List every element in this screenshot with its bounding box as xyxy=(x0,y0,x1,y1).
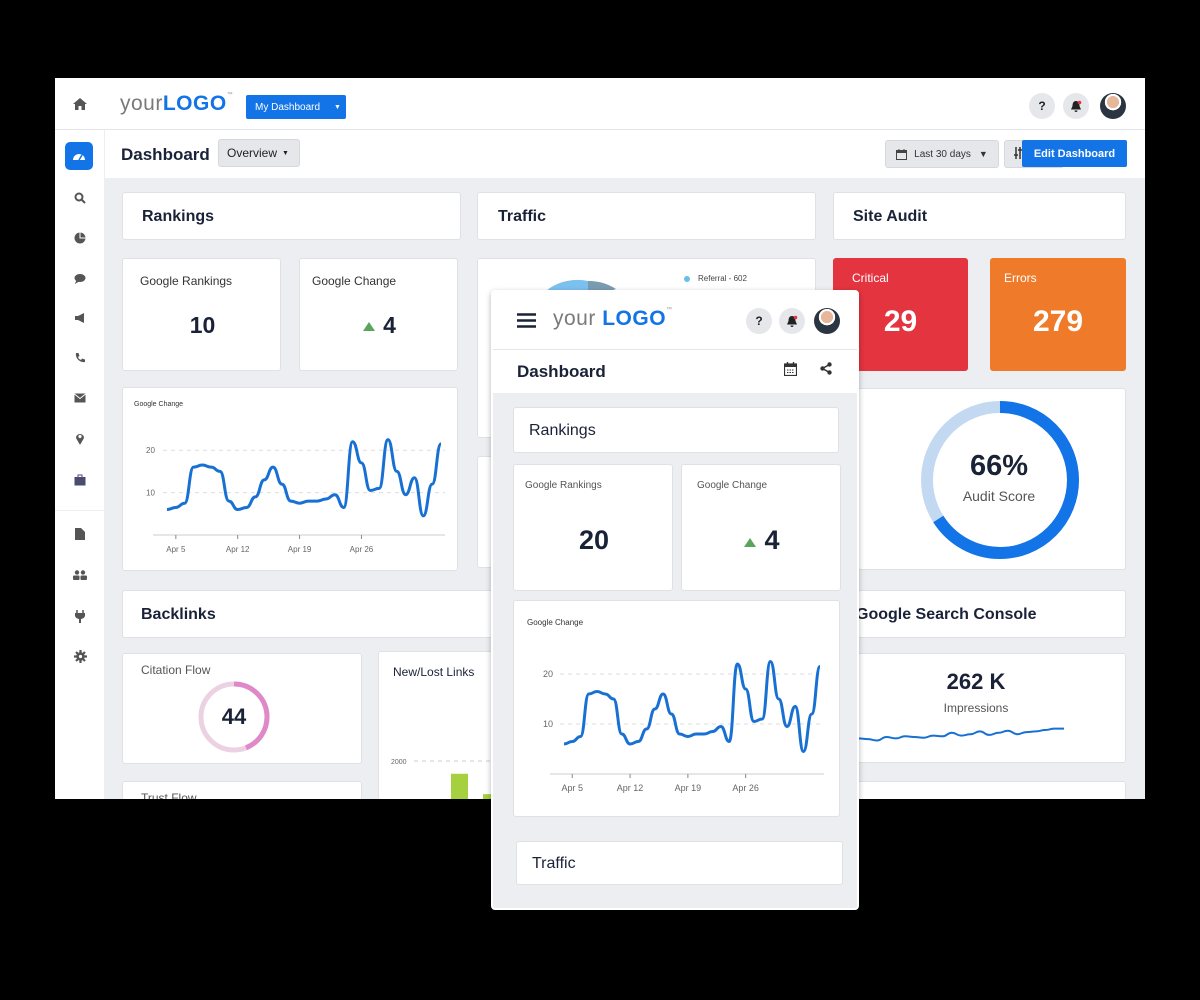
site-audit-section-header: Site Audit xyxy=(833,192,1126,240)
help-icon[interactable]: ? xyxy=(1029,93,1055,119)
share-icon[interactable] xyxy=(820,362,832,380)
location-icon[interactable] xyxy=(69,427,91,449)
google-change-chart-card: Google Change 10 20 Apr 5 Apr 12 Apr 19 Apr 2… xyxy=(122,387,458,571)
mobile-top-bar: your LOGO™ ? xyxy=(493,292,857,350)
edit-dashboard-button[interactable]: Edit Dashboard xyxy=(1022,140,1127,167)
legend-dot xyxy=(684,276,690,282)
sparkline xyxy=(848,727,1064,742)
impressions-card: 262 K Impressions xyxy=(830,653,1126,763)
sidebar-divider xyxy=(55,510,105,511)
x-tick-label: Apr 5 xyxy=(166,545,186,554)
mobile-user-avatar[interactable] xyxy=(814,308,840,334)
google-rankings-card: Google Rankings 10 xyxy=(122,258,281,371)
trust-flow-card: Trust Flow xyxy=(122,781,362,799)
user-avatar[interactable] xyxy=(1100,93,1126,119)
bar-new xyxy=(451,773,468,799)
traffic-section-header: Traffic xyxy=(477,192,816,240)
top-bar: yourLOGO™ My Dashboard ▼ ? xyxy=(55,78,1145,130)
dashboard-icon[interactable] xyxy=(65,142,93,170)
plug-icon[interactable] xyxy=(69,605,91,627)
caret-down-icon: ▼ xyxy=(978,149,988,159)
mobile-page-header: Dashboard xyxy=(493,350,857,393)
new-lost-links-bar-chart: 10002000 xyxy=(391,759,509,799)
up-arrow-icon xyxy=(363,322,376,331)
x-tick-label: Apr 12 xyxy=(226,545,250,554)
google-change-card: Google Change 4 xyxy=(299,258,458,371)
mobile-google-change-chart-card: Google Change 10 20 Apr 5 Apr 12 Apr 19 Apr 2… xyxy=(513,600,840,817)
bell-icon[interactable] xyxy=(1063,93,1089,119)
pie-chart-icon[interactable] xyxy=(69,227,91,249)
errors-card: Errors 279 xyxy=(990,258,1126,371)
mobile-google-change-card: Google Change 4 xyxy=(681,464,841,591)
citation-flow-card: Citation Flow 44 xyxy=(122,653,362,764)
mobile-google-change-line-chart: 10 20 Apr 5 Apr 12 Apr 19 Apr 26 xyxy=(543,659,824,793)
caret-down-icon: ▼ xyxy=(334,103,341,111)
mobile-dashboard: your LOGO™ ? Dashboard Rankings Google R… xyxy=(491,290,859,910)
page-header: Dashboard Overview ▼ Last 30 days ▼ Edit D… xyxy=(105,130,1145,178)
y-tick-label: 10 xyxy=(543,719,553,729)
home-icon[interactable] xyxy=(55,78,105,130)
document-icon[interactable] xyxy=(69,523,91,545)
chat-icon[interactable] xyxy=(69,267,91,289)
x-tick-label: Apr 5 xyxy=(562,783,584,793)
calendar-icon[interactable] xyxy=(783,362,798,381)
audit-score-card: 66% Audit Score xyxy=(833,388,1126,570)
x-tick-label: Apr 12 xyxy=(617,783,644,793)
backlinks-section-header: Backlinks xyxy=(122,590,502,638)
y-tick-label: 10 xyxy=(146,489,155,498)
series-line xyxy=(563,659,822,754)
mail-icon[interactable] xyxy=(69,387,91,409)
sidebar xyxy=(55,130,105,799)
x-tick-label: Apr 26 xyxy=(732,783,759,793)
up-arrow-icon xyxy=(744,538,757,547)
rankings-section-header: Rankings xyxy=(122,192,461,240)
x-tick-label: Apr 26 xyxy=(350,545,374,554)
users-icon[interactable] xyxy=(69,564,91,586)
view-selector[interactable]: Overview ▼ xyxy=(218,139,300,167)
x-tick-label: Apr 19 xyxy=(675,783,702,793)
briefcase-icon[interactable] xyxy=(69,469,91,491)
megaphone-icon[interactable] xyxy=(69,307,91,329)
y-tick-label: 2000 xyxy=(391,759,407,766)
gsc-card-2 xyxy=(830,781,1126,799)
hamburger-menu-icon[interactable] xyxy=(517,313,536,333)
mobile-google-rankings-card: Google Rankings 20 xyxy=(513,464,673,591)
impressions-sparkline xyxy=(848,727,1064,742)
calendar-icon xyxy=(896,148,908,160)
x-tick-label: Apr 19 xyxy=(288,545,312,554)
gear-icon[interactable] xyxy=(69,645,91,667)
logo: yourLOGO™ xyxy=(120,92,234,115)
caret-down-icon: ▼ xyxy=(282,149,289,157)
mobile-traffic-header: Traffic xyxy=(516,841,843,885)
mobile-help-icon[interactable]: ? xyxy=(746,308,772,334)
series-line xyxy=(166,438,443,518)
mobile-rankings-header: Rankings xyxy=(513,407,839,453)
search-icon[interactable] xyxy=(69,187,91,209)
dashboard-selector[interactable]: My Dashboard ▼ xyxy=(246,95,346,119)
gsc-section-header: Google Search Console xyxy=(830,590,1126,638)
y-tick-label: 20 xyxy=(543,669,553,679)
mobile-logo: your LOGO™ xyxy=(553,307,673,330)
y-tick-label: 20 xyxy=(146,446,155,455)
new-lost-links-card: New/Lost Links 10002000 xyxy=(378,651,509,799)
phone-icon[interactable] xyxy=(69,347,91,369)
google-change-line-chart: 10 20 Apr 5 Apr 12 Apr 19 Apr 26 xyxy=(146,438,445,554)
mobile-bell-icon[interactable] xyxy=(779,308,805,334)
date-range-selector[interactable]: Last 30 days ▼ xyxy=(885,140,999,168)
page-title: Dashboard xyxy=(121,145,210,164)
